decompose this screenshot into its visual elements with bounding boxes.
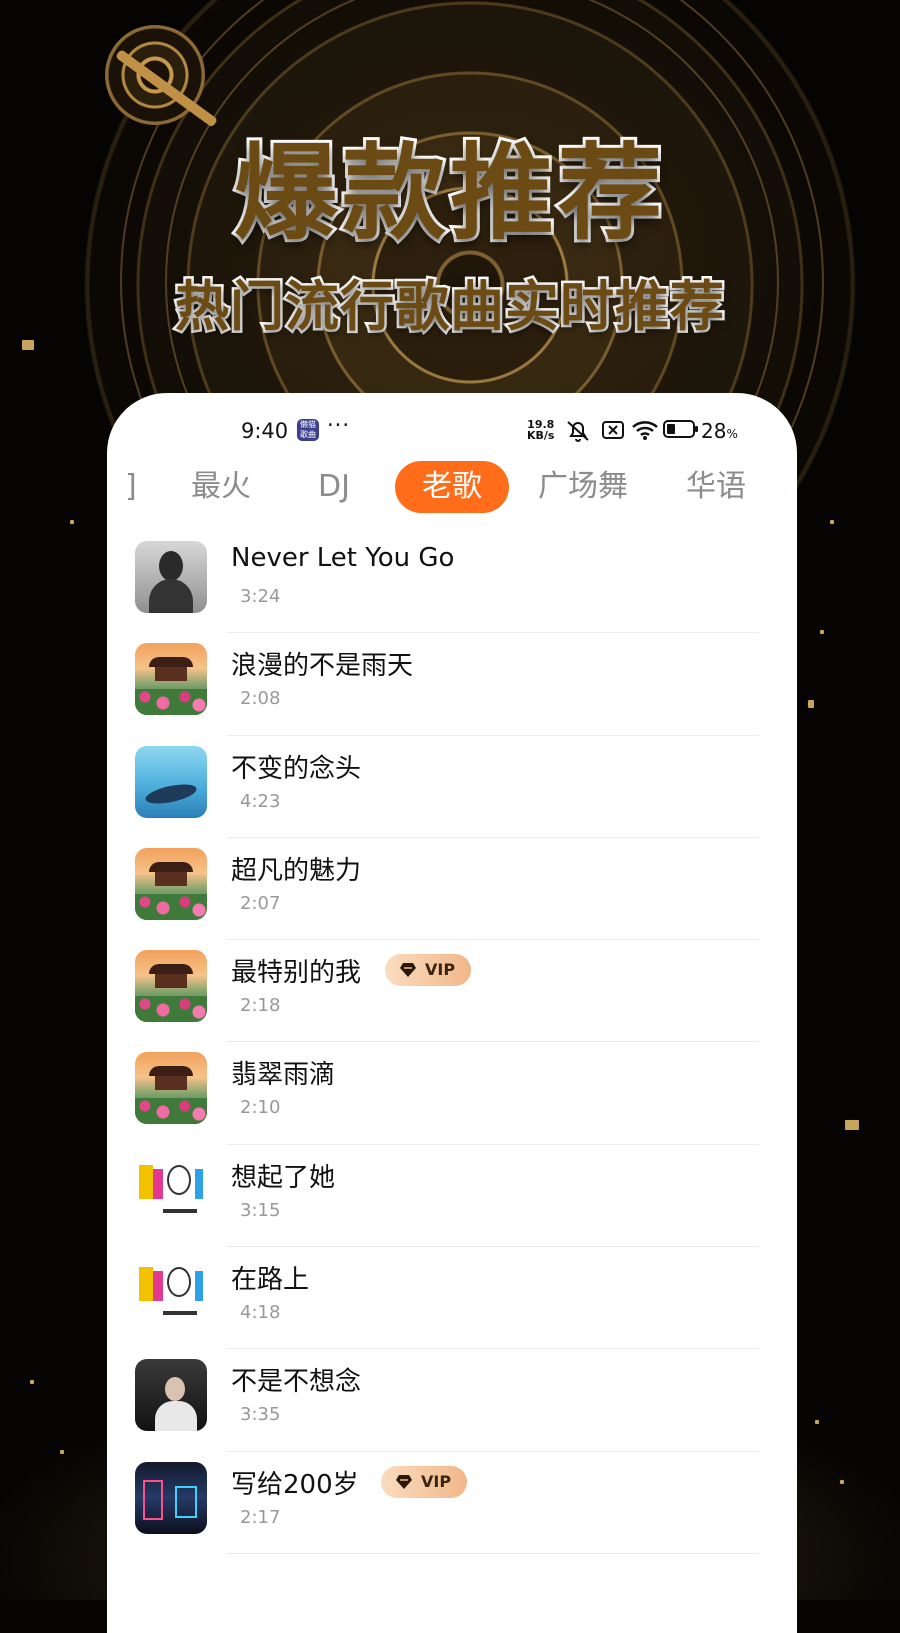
wifi-icon	[632, 421, 658, 440]
song-title: 翡翠雨滴	[231, 1060, 336, 1091]
diamond-heart-icon	[400, 963, 416, 978]
battery-percent: 28%	[701, 419, 738, 443]
song-title: 想起了她	[231, 1162, 336, 1193]
album-cover	[135, 1257, 207, 1330]
network-speed: 19.8 KB/s	[527, 419, 554, 441]
song-list: Never Let You Go 3:24 浪漫的不是雨天 2:08 不变的念头…	[107, 531, 797, 1554]
tab-chinese[interactable]: 华语	[686, 461, 746, 513]
album-cover	[135, 1154, 207, 1227]
poster-title: 爆款推荐	[231, 129, 666, 257]
battery-icon	[663, 420, 698, 438]
phone-screen: 9:40 懒猫歌曲 ··· 19.8 KB/s 28%] 最火 DJ 老歌 广…	[107, 393, 797, 1633]
song-title: Never Let You Go	[231, 543, 455, 573]
vip-badge: VIP	[381, 1465, 467, 1498]
song-duration: 2:08	[240, 688, 281, 710]
album-cover	[135, 1052, 207, 1125]
song-title: 最特别的我	[231, 958, 362, 989]
song-duration: 3:15	[240, 1199, 281, 1221]
album-cover	[135, 745, 207, 818]
album-cover	[135, 643, 207, 716]
song-duration: 3:24	[240, 586, 281, 607]
song-row[interactable]: 最特别的我 VIP 2:18	[107, 940, 797, 1043]
song-duration: 2:17	[240, 1506, 281, 1528]
category-tabs: ] 最火 DJ 老歌 广场舞 华语	[107, 461, 797, 517]
song-title: 浪漫的不是雨天	[231, 651, 414, 682]
album-cover	[135, 1359, 207, 1432]
song-row[interactable]: Never Let You Go 3:24	[107, 531, 797, 634]
more-notifications-icon: ···	[327, 413, 351, 437]
tab-dj[interactable]: DJ	[318, 461, 350, 513]
network-speed-unit: KB/s	[527, 429, 555, 442]
tab-hottest[interactable]: 最火	[191, 461, 251, 513]
song-row[interactable]: 在路上 4:18	[107, 1247, 797, 1350]
song-duration: 3:35	[240, 1404, 281, 1426]
album-cover	[135, 1461, 207, 1534]
tab-oldies[interactable]: 老歌	[395, 461, 509, 513]
song-title: 超凡的魅力	[231, 855, 362, 886]
song-row[interactable]: 翡翠雨滴 2:10	[107, 1042, 797, 1145]
tab-square-dance[interactable]: 广场舞	[538, 461, 628, 513]
song-title: 在路上	[231, 1265, 310, 1296]
song-duration: 2:07	[240, 892, 281, 914]
song-row[interactable]: 浪漫的不是雨天 2:08	[107, 633, 797, 736]
song-duration: 2:10	[240, 1097, 281, 1119]
status-time: 9:40	[241, 419, 289, 443]
song-title: 不是不想念	[231, 1367, 362, 1398]
song-row[interactable]: 想起了她 3:15	[107, 1145, 797, 1248]
song-duration: 2:18	[240, 995, 281, 1017]
album-cover	[135, 541, 207, 613]
album-cover	[135, 847, 207, 920]
sim-off-icon	[602, 421, 624, 439]
poster-subtitle: 热门流行歌曲实时推荐	[173, 273, 727, 341]
song-row[interactable]: 不变的念头 4:23	[107, 736, 797, 838]
song-row[interactable]: 写给200岁 VIP 2:17	[107, 1452, 797, 1554]
song-title: 不变的念头	[231, 753, 362, 784]
song-row[interactable]: 超凡的魅力 2:07	[107, 838, 797, 941]
song-duration: 4:23	[240, 790, 281, 812]
album-cover	[135, 950, 207, 1023]
divider	[227, 1552, 759, 1554]
vip-badge: VIP	[385, 954, 471, 987]
song-row[interactable]: 不是不想念 3:35	[107, 1349, 797, 1452]
app-notification-icon: 懒猫歌曲	[297, 419, 319, 441]
mute-icon	[567, 421, 589, 442]
diamond-heart-icon	[396, 1474, 412, 1489]
tab-partial[interactable]: ]	[125, 461, 137, 513]
song-duration: 4:18	[240, 1302, 281, 1324]
song-title: 写给200岁	[231, 1469, 359, 1500]
